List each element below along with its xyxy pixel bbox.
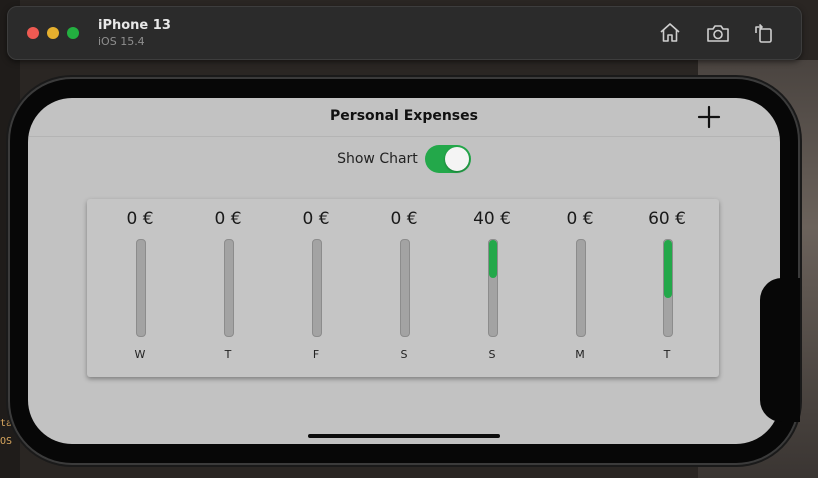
show-chart-switch[interactable]: [424, 145, 471, 173]
bar-day-label: M: [575, 348, 585, 361]
bar-day-label: S: [488, 348, 496, 361]
close-window-button[interactable]: [27, 27, 39, 39]
bar-day-label: T: [663, 348, 671, 361]
device-notch: [760, 278, 800, 422]
device-os-version: iOS 15.4: [98, 35, 145, 48]
bar-amount-label: 60 €: [648, 209, 686, 229]
home-icon[interactable]: [658, 21, 682, 45]
chart-bar-column: 0 € S: [364, 199, 444, 377]
chart-bar-column: 40 € S: [452, 199, 532, 377]
bar-amount-label: 0 €: [302, 209, 330, 229]
bar-amount-label: 40 €: [473, 209, 511, 229]
chart-bar-column: 0 € F: [276, 199, 356, 377]
bar-day-label: S: [400, 348, 408, 361]
bar-track: [576, 239, 586, 337]
device-name: iPhone 13: [98, 18, 171, 33]
simulator-toolbar: iPhone 13 iOS 15.4: [7, 6, 802, 60]
bar-day-label: F: [312, 348, 320, 361]
plus-icon: [697, 105, 721, 129]
bar-amount-label: 0 €: [566, 209, 594, 229]
bar-day-label: W: [134, 348, 146, 361]
bar-track: [312, 239, 322, 337]
add-expense-button[interactable]: [696, 104, 722, 130]
chart-bar-column: 0 € T: [188, 199, 268, 377]
minimize-window-button[interactable]: [47, 27, 59, 39]
maximize-window-button[interactable]: [67, 27, 79, 39]
rotate-icon[interactable]: [752, 21, 776, 45]
background-code-line: ta: [0, 418, 13, 429]
switch-knob: [444, 147, 469, 171]
bar-fill: [664, 240, 672, 298]
app-screen: Personal Expenses Show Chart 0 € W 0 € T 0 €…: [28, 98, 780, 444]
bar-amount-label: 0 €: [214, 209, 242, 229]
weekly-expense-chart: 0 € W 0 € T 0 € F 0 € S 40 € S 0 € M 60 € T: [87, 199, 719, 377]
camera-icon[interactable]: [706, 21, 730, 45]
show-chart-row: Show Chart: [28, 145, 780, 173]
bar-day-label: T: [224, 348, 232, 361]
background-code-line: OS: [0, 436, 13, 447]
app-title: Personal Expenses: [330, 108, 478, 124]
chart-bar-column: 0 € M: [540, 199, 620, 377]
bar-track: [224, 239, 234, 337]
bar-amount-label: 0 €: [126, 209, 154, 229]
bar-amount-label: 0 €: [390, 209, 418, 229]
bar-track: [488, 239, 498, 337]
bar-track: [400, 239, 410, 337]
show-chart-label: Show Chart: [337, 151, 418, 167]
bar-track: [136, 239, 146, 337]
bar-fill: [489, 240, 497, 279]
home-indicator: [308, 434, 500, 438]
chart-bar-column: 60 € T: [627, 199, 707, 377]
chart-bar-column: 0 € W: [100, 199, 180, 377]
iphone-device-frame: Personal Expenses Show Chart 0 € W 0 € T 0 €…: [10, 79, 800, 463]
bar-track: [663, 239, 673, 337]
app-bar: Personal Expenses: [28, 98, 780, 137]
